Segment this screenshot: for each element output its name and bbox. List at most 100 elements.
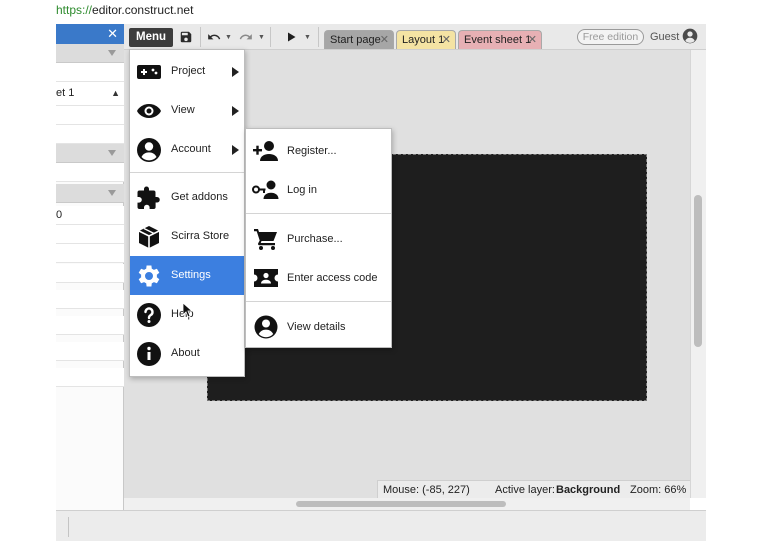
url-scheme: https:// xyxy=(56,3,93,17)
menu-item-get-addons[interactable]: Get addons xyxy=(130,178,244,217)
property-row xyxy=(56,368,124,387)
tab-event-sheet-1[interactable]: Event sheet 1 ✕ xyxy=(458,30,542,49)
submenu-item-log-in[interactable]: Log in xyxy=(246,170,391,209)
property-row[interactable]: 0 xyxy=(56,206,124,225)
tab-start-page[interactable]: Start page ✕ xyxy=(324,30,394,49)
properties-panel: ✕ et 1 ▲ 0 xyxy=(56,24,124,510)
redo-button[interactable] xyxy=(238,28,254,46)
bottom-bar-separator xyxy=(68,517,69,537)
close-icon[interactable]: ✕ xyxy=(107,26,118,42)
key-user-icon xyxy=(252,180,279,199)
chevron-down-icon[interactable]: ▼ xyxy=(225,29,232,47)
property-row xyxy=(56,63,124,82)
submenu-item-label: Register... xyxy=(287,145,337,157)
play-icon xyxy=(288,32,296,42)
menu-item-label: About xyxy=(171,347,200,359)
account-circle-icon[interactable] xyxy=(682,28,698,44)
submenu-divider xyxy=(246,213,391,214)
account-circle-icon xyxy=(254,315,278,339)
menu-item-account[interactable]: Account xyxy=(130,130,244,169)
menu-divider xyxy=(130,172,244,173)
property-row xyxy=(56,106,124,125)
tab-layout-1[interactable]: Layout 1 ✕ xyxy=(396,30,456,49)
submenu-item-label: View details xyxy=(287,321,346,333)
property-group-header[interactable] xyxy=(56,184,124,203)
submenu-divider xyxy=(246,301,391,302)
close-icon[interactable]: ✕ xyxy=(442,31,451,49)
chevron-down-icon[interactable] xyxy=(108,190,116,196)
tab-label: Layout 1 xyxy=(402,34,445,46)
tab-label: Event sheet 1 xyxy=(464,34,532,46)
menu-item-label: Project xyxy=(171,65,206,77)
vertical-scrollbar[interactable] xyxy=(690,50,706,498)
active-layer-label: Active layer: xyxy=(495,484,555,496)
property-row xyxy=(56,264,124,283)
property-row xyxy=(56,125,124,144)
select-arrows-icon[interactable]: ▲ xyxy=(111,88,120,98)
chevron-down-icon[interactable] xyxy=(108,150,116,156)
main-menu: Project View Account Get addons Scirra S… xyxy=(129,49,245,377)
redo-icon xyxy=(239,34,252,40)
account-circle-icon xyxy=(137,138,161,162)
puzzle-icon xyxy=(137,186,160,209)
horizontal-scrollbar-thumb[interactable] xyxy=(296,501,506,507)
submenu-item-label: Log in xyxy=(287,184,317,196)
active-layer-value: Background xyxy=(556,484,621,496)
gamepad-icon xyxy=(137,65,161,79)
menu-button[interactable]: Menu xyxy=(129,28,173,47)
menu-item-settings[interactable]: Settings xyxy=(130,256,244,295)
menu-item-view[interactable]: View xyxy=(130,91,244,130)
property-number-value: 0 xyxy=(56,209,63,221)
menu-item-scirra-store[interactable]: Scirra Store xyxy=(130,217,244,256)
zoom-level: Zoom: 66% xyxy=(630,484,687,496)
chevron-down-icon[interactable]: ▼ xyxy=(304,29,311,47)
help-icon xyxy=(137,303,161,327)
close-icon[interactable]: ✕ xyxy=(380,31,389,49)
submenu-item-register[interactable]: Register... xyxy=(246,131,391,170)
box-icon xyxy=(138,226,160,248)
tab-label: Start page xyxy=(330,34,381,46)
mouse-pointer-icon xyxy=(183,303,193,318)
menu-item-label: View xyxy=(171,104,195,116)
property-row xyxy=(56,225,124,244)
info-icon xyxy=(137,342,161,366)
menu-item-label: Account xyxy=(171,143,211,155)
url-host: editor.construct.net xyxy=(92,3,194,17)
property-group-header[interactable] xyxy=(56,44,124,63)
gear-icon xyxy=(138,265,160,287)
property-group-header[interactable] xyxy=(56,144,124,163)
account-submenu: Register... Log in Purchase... Enter acc… xyxy=(245,128,392,348)
chevron-right-icon xyxy=(232,67,239,77)
preview-button[interactable] xyxy=(284,28,298,46)
save-button[interactable] xyxy=(178,28,194,46)
property-select[interactable]: et 1 ▲ xyxy=(56,82,124,106)
address-bar[interactable]: https://editor.construct.net xyxy=(56,0,706,22)
eye-icon xyxy=(137,104,161,118)
submenu-item-enter-access-code[interactable]: Enter access code xyxy=(246,258,391,297)
guest-label[interactable]: Guest xyxy=(650,29,679,45)
undo-button[interactable] xyxy=(206,28,222,46)
chevron-right-icon xyxy=(232,106,239,116)
chevron-down-icon[interactable] xyxy=(108,50,116,56)
vertical-scrollbar-thumb[interactable] xyxy=(694,195,702,347)
property-row xyxy=(56,163,124,182)
submenu-item-view-details[interactable]: View details xyxy=(246,307,391,346)
horizontal-scrollbar[interactable] xyxy=(124,498,690,510)
status-bar: Mouse: (-85, 227) Active layer: Backgrou… xyxy=(377,480,690,498)
undo-icon xyxy=(208,34,221,40)
url-text[interactable]: https://editor.construct.net xyxy=(56,3,193,17)
chevron-down-icon[interactable]: ▼ xyxy=(258,29,265,47)
menu-item-project[interactable]: Project xyxy=(130,52,244,91)
menu-item-about[interactable]: About xyxy=(130,334,244,373)
free-edition-badge[interactable]: Free edition xyxy=(577,29,644,45)
menu-item-label: Get addons xyxy=(171,191,228,203)
submenu-item-label: Purchase... xyxy=(287,233,343,245)
submenu-item-purchase[interactable]: Purchase... xyxy=(246,219,391,258)
properties-panel-header: ✕ xyxy=(56,24,124,44)
property-row xyxy=(56,290,124,309)
close-icon[interactable]: ✕ xyxy=(528,31,537,49)
menu-item-label: Scirra Store xyxy=(171,230,230,242)
toolbar-separator xyxy=(200,27,201,47)
chevron-right-icon xyxy=(232,145,239,155)
save-icon xyxy=(180,31,192,43)
